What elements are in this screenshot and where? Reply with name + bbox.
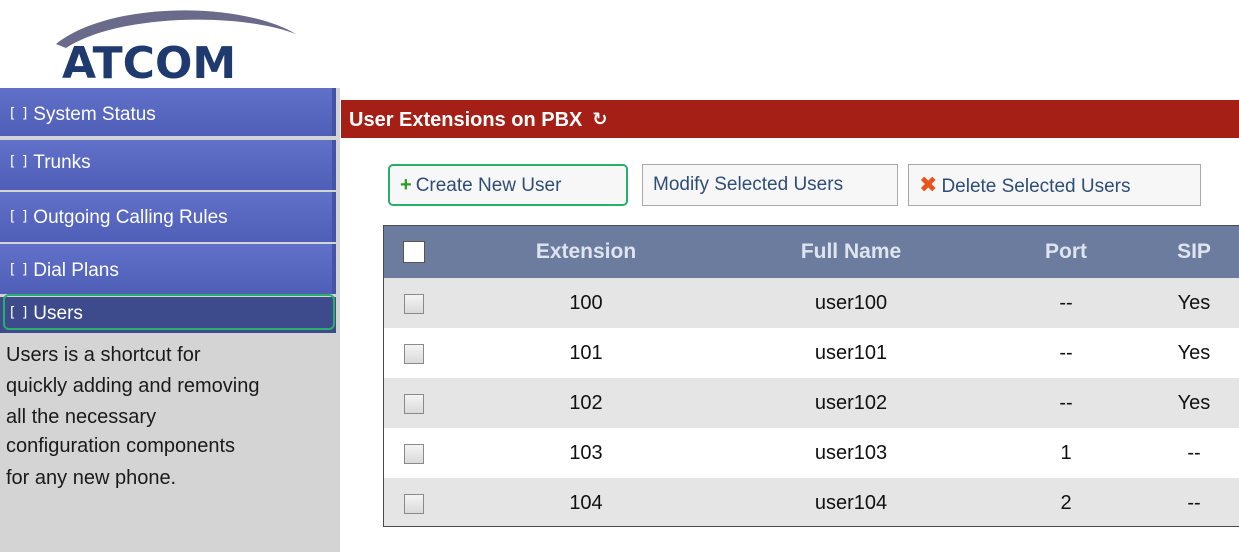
- row-checkbox-cell: [384, 278, 444, 328]
- modify-selected-users-button[interactable]: Modify Selected Users: [642, 164, 898, 206]
- cell-extension: 104: [569, 492, 603, 514]
- delete-selected-users-button[interactable]: ✖ Delete Selected Users: [908, 164, 1201, 206]
- sidebar-item-label: Outgoing Calling Rules: [33, 207, 228, 228]
- row-checkbox[interactable]: [404, 343, 424, 364]
- delete-button-label: Delete Selected Users: [941, 176, 1131, 197]
- row-checkbox-cell: [384, 378, 444, 428]
- table-row[interactable]: 102 user102 -- Yes: [384, 378, 1239, 428]
- cell-port: --: [1059, 342, 1073, 364]
- row-checkbox[interactable]: [404, 493, 424, 514]
- cell-sip: --: [1187, 442, 1201, 464]
- bracket-icon: [ ]: [8, 106, 29, 122]
- help-line: configuration components: [6, 435, 236, 457]
- row-checkbox-cell: [384, 428, 444, 478]
- help-line: all the necessary: [6, 406, 157, 428]
- sidebar-item-label: Dial Plans: [33, 260, 119, 281]
- help-line: for any new phone.: [6, 467, 177, 489]
- table-header-row: Extension Full Name Port SIP: [384, 226, 1239, 278]
- bracket-icon: [ ]: [8, 209, 29, 225]
- cell-full-name: user100: [814, 292, 888, 314]
- sidebar: [ ] System Status [ ] Trunks [ ] Outgoing C…: [0, 88, 340, 552]
- sidebar-item-users[interactable]: [ ] Users: [0, 297, 336, 333]
- sidebar-item-system-status[interactable]: [ ] System Status: [0, 88, 336, 136]
- column-header-extension[interactable]: Extension: [496, 226, 676, 278]
- page-title: User Extensions on PBX: [349, 109, 583, 131]
- cell-port: 2: [1060, 492, 1072, 514]
- table-row[interactable]: 103 user103 1 --: [384, 428, 1239, 478]
- plus-icon: +: [400, 174, 412, 196]
- bracket-icon: [ ]: [8, 305, 29, 321]
- cell-extension: 100: [569, 292, 603, 314]
- cell-port: 1: [1060, 442, 1072, 464]
- table-row[interactable]: 101 user101 -- Yes: [384, 328, 1239, 378]
- select-all-checkbox[interactable]: [403, 241, 425, 264]
- row-checkbox[interactable]: [404, 443, 424, 464]
- cell-extension: 103: [569, 442, 603, 464]
- table-row[interactable]: 100 user100 -- Yes: [384, 278, 1239, 328]
- logo-text: ATCOM: [62, 38, 236, 86]
- cell-sip: Yes: [1177, 342, 1211, 364]
- cell-full-name: user101: [814, 342, 888, 364]
- column-header-full-name[interactable]: Full Name: [751, 226, 951, 278]
- bracket-icon: [ ]: [8, 154, 29, 170]
- cell-full-name: user102: [814, 392, 888, 414]
- cell-sip: --: [1187, 492, 1201, 514]
- sidebar-item-outgoing-calling-rules[interactable]: [ ] Outgoing Calling Rules: [0, 192, 336, 242]
- atcom-logo: ATCOM: [48, 4, 298, 86]
- cell-port: --: [1059, 292, 1073, 314]
- help-line: quickly adding and removing: [6, 375, 260, 397]
- sidebar-item-trunks[interactable]: [ ] Trunks: [0, 140, 336, 190]
- cell-port: --: [1059, 392, 1073, 414]
- column-header-sip[interactable]: SIP: [1159, 226, 1229, 278]
- sidebar-help-text: Users is a shortcut for quickly adding a…: [6, 342, 338, 491]
- sidebar-item-label: Users: [33, 303, 83, 324]
- table-row[interactable]: 104 user104 2 --: [384, 478, 1239, 526]
- cell-sip: Yes: [1177, 392, 1211, 414]
- sidebar-item-dial-plans[interactable]: [ ] Dial Plans: [0, 244, 336, 294]
- sidebar-item-label: System Status: [33, 104, 156, 125]
- cell-full-name: user104: [814, 492, 888, 514]
- cell-extension: 101: [569, 342, 603, 364]
- select-all-cell: [384, 226, 444, 278]
- row-checkbox-cell: [384, 478, 444, 526]
- cell-sip: Yes: [1177, 292, 1211, 314]
- row-checkbox[interactable]: [404, 393, 424, 414]
- user-extensions-table: Extension Full Name Port SIP 100 user100…: [383, 225, 1239, 527]
- help-line: Users is a shortcut for: [6, 344, 201, 366]
- row-checkbox-cell: [384, 328, 444, 378]
- create-button-label: Create New User: [415, 175, 562, 196]
- sidebar-item-label: Trunks: [33, 152, 91, 173]
- page-header-bar: User Extensions on PBX ↻: [341, 100, 1239, 138]
- x-icon: ✖: [919, 172, 938, 197]
- logo-swoosh-icon: ATCOM: [56, 10, 296, 86]
- row-checkbox[interactable]: [404, 293, 424, 314]
- create-new-user-button[interactable]: + Create New User: [388, 164, 628, 206]
- refresh-icon[interactable]: ↻: [592, 100, 607, 138]
- cell-extension: 102: [569, 392, 603, 414]
- column-header-port[interactable]: Port: [1021, 226, 1111, 278]
- bracket-icon: [ ]: [8, 262, 29, 278]
- modify-button-label: Modify Selected Users: [653, 174, 844, 195]
- cell-full-name: user103: [814, 442, 888, 464]
